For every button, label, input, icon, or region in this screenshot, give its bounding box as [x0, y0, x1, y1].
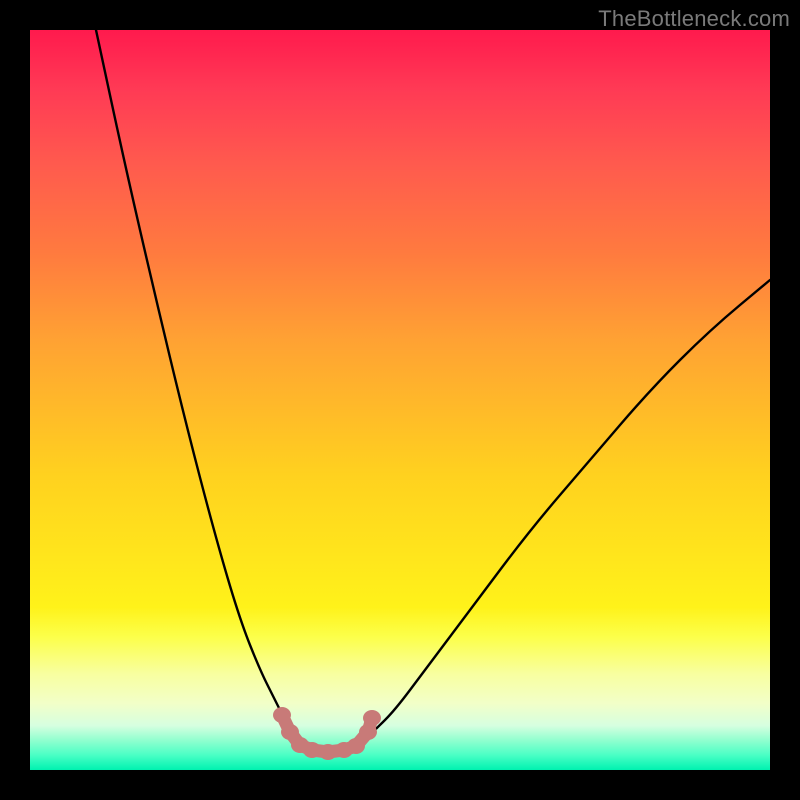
trough-markers [273, 707, 381, 760]
chart-stage: TheBottleneck.com [0, 0, 800, 800]
trough-marker-dot [273, 707, 291, 723]
curve-svg [30, 30, 770, 770]
trough-marker-dot [303, 742, 321, 758]
trough-marker-dot [347, 738, 365, 754]
watermark-text: TheBottleneck.com [598, 6, 790, 32]
curve-left [96, 30, 298, 742]
trough-marker-dot [359, 724, 377, 740]
plot-area [30, 30, 770, 770]
trough-marker-dot [319, 744, 337, 760]
curve-right [362, 280, 770, 742]
trough-marker-dot [281, 724, 299, 740]
trough-marker-dot [363, 710, 381, 726]
